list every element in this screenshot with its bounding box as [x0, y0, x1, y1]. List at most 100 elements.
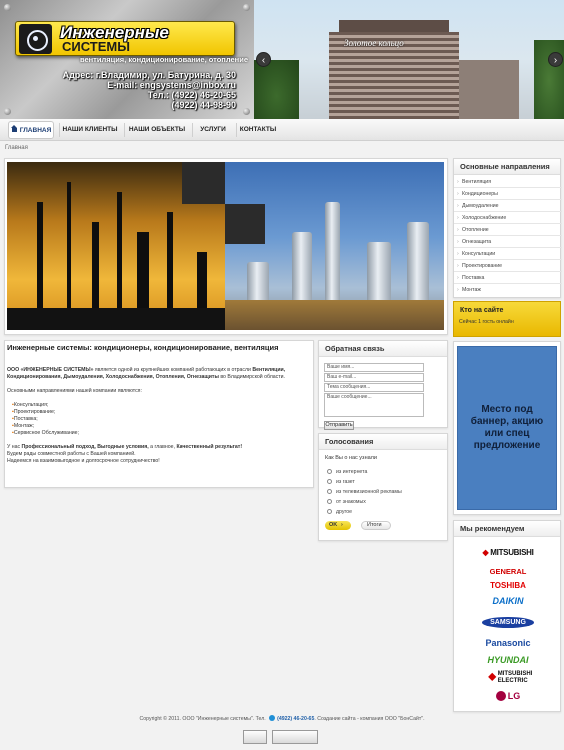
poll-option[interactable]: от знакомых — [327, 499, 366, 505]
sidebar-item-installation[interactable]: Монтаж — [454, 284, 562, 296]
radio-icon[interactable] — [327, 469, 332, 474]
nav-divider — [59, 123, 60, 137]
site-logo[interactable]: Инженерные СИСТЕМЫ — [15, 21, 235, 56]
list-item: Поставка; — [12, 416, 305, 423]
sidebar-item-ventilation[interactable]: Вентиляция — [454, 176, 562, 188]
brand-samsung[interactable]: SAMSUNG — [454, 617, 562, 628]
header-email: E-mail: engsystems@inbox.ru — [107, 80, 236, 90]
counter-badge[interactable] — [243, 730, 267, 744]
header-logo-area: Инженерные СИСТЕМЫ вентиляция, кондицион… — [0, 0, 254, 119]
brand-daikin[interactable]: DAIKIN — [454, 596, 562, 606]
message-field[interactable]: Ваше сообщение... — [324, 393, 424, 417]
sidebar-item-fireproof[interactable]: Огнезащита — [454, 236, 562, 248]
ad-banner[interactable]: Место под баннер, акцию или спец предлож… — [457, 346, 557, 510]
breadcrumb[interactable]: Главная — [5, 145, 28, 151]
services-list: Консультация; Проектирование; Поставка; … — [12, 402, 305, 437]
article-paragraph: ООО «ИНЖЕНЕРНЫЕ СИСТЕМЫ» является одной … — [7, 367, 305, 381]
nav-item-objects[interactable]: НАШИ ОБЪЕКТЫ — [128, 121, 186, 139]
nav-item-home[interactable]: ГЛАВНАЯ — [8, 121, 54, 139]
poll-option[interactable]: из телевизионной рекламы — [327, 489, 402, 495]
subject-field[interactable]: Тема сообщения... — [324, 383, 424, 392]
sidebar-item-conditioners[interactable]: Кондиционеры — [454, 188, 562, 200]
text-span: во Владимирской области. — [218, 374, 285, 380]
brand-label: MITSUBISHI ELECTRIC — [497, 671, 533, 684]
logo-text-2: СИСТЕМЫ — [62, 39, 130, 54]
recommend-title: Мы рекомендуем — [454, 521, 560, 537]
sidebar-item-smoke[interactable]: Дымоудаление — [454, 200, 562, 212]
article-body: ООО «ИНЖЕНЕРНЫЕ СИСТЕМЫ» является одной … — [7, 367, 305, 465]
brand-label: SAMSUNG — [482, 617, 534, 628]
name-field[interactable]: Ваше имя... — [324, 363, 424, 372]
recommend-panel: Мы рекомендуем ◆ MITSUBISHI GENERAL TOSH… — [453, 520, 561, 712]
brand-lg[interactable]: LG — [454, 691, 562, 701]
bolt-decoration — [4, 108, 11, 115]
radio-icon[interactable] — [327, 499, 332, 504]
nav-item-contacts[interactable]: КОНТАКТЫ — [239, 121, 277, 139]
counter-badge[interactable] — [272, 730, 318, 744]
poll-panel: Голосования Как Вы о нас узнали из интер… — [318, 433, 448, 541]
brand-label: HYUNDAI — [487, 655, 529, 665]
bolt-decoration — [243, 108, 250, 115]
header-slogan: вентиляция, кондиционирование, отопление — [79, 55, 248, 64]
slide-sign: Золотое кольцо — [344, 38, 404, 48]
poll-option[interactable]: другое — [327, 509, 352, 515]
footer-phone[interactable]: (4922) 46-20-65 — [277, 716, 314, 722]
sidebar-item-cooling[interactable]: Холодоснабжение — [454, 212, 562, 224]
submit-button[interactable]: Отправить — [324, 421, 354, 430]
brand-general[interactable]: GENERAL — [454, 567, 562, 576]
directions-panel: Основные направления Вентиляция Кондицио… — [453, 158, 562, 298]
bolt-decoration — [243, 4, 250, 11]
nav-item-services[interactable]: УСЛУГИ — [196, 121, 230, 139]
nav-item-clients[interactable]: НАШИ КЛИЕНТЫ — [62, 121, 118, 139]
nav-divider — [192, 123, 193, 137]
text-strong: Профессиональный подход, Выгодные услови… — [21, 444, 149, 450]
slide-building-2 — [459, 60, 519, 119]
sidebar-item-consulting[interactable]: Консультации — [454, 248, 562, 260]
poll-option-label: из газет — [336, 479, 355, 485]
brand-mitsubishi-heavy[interactable]: ◆ MITSUBISHI — [454, 548, 562, 557]
slide-tree — [534, 40, 564, 119]
who-online-title: Кто на сайте — [460, 307, 504, 314]
brand-label: LG — [507, 691, 521, 701]
poll-results-button[interactable]: Итоги — [361, 521, 391, 530]
article-title: Инженерные системы: кондиционеры, кондиц… — [7, 343, 279, 352]
poll-vote-button[interactable]: OK — [325, 521, 351, 530]
footer-made-by: . Создание сайта - компания ООО "БонСайт… — [314, 716, 425, 722]
feedback-title: Обратная связь — [319, 341, 447, 357]
diamond-icon: ◆ — [488, 671, 497, 683]
poll-option[interactable]: из газет — [327, 479, 355, 485]
brand-toshiba[interactable]: TOSHIBA — [454, 581, 562, 590]
bolt-decoration — [4, 4, 11, 11]
footer-copyright: Copyright © 2011. ООО "Инженерные систем… — [139, 716, 266, 722]
brand-hyundai[interactable]: HYUNDAI — [454, 655, 562, 665]
radio-icon[interactable] — [327, 489, 332, 494]
article-paragraph: Будем рады совместной работы с Вашей ком… — [7, 451, 136, 457]
poll-option[interactable]: из интернета — [327, 469, 367, 475]
brand-label: GENERAL — [489, 567, 527, 576]
banner-image — [7, 162, 444, 330]
lg-face-icon — [495, 691, 506, 701]
radio-icon[interactable] — [327, 479, 332, 484]
article-paragraph: У нас Профессиональный подход, Выгодные … — [7, 444, 305, 451]
sidebar-item-design[interactable]: Проектирование — [454, 260, 562, 272]
sidebar-item-supply[interactable]: Поставка — [454, 272, 562, 284]
skype-icon — [269, 715, 276, 721]
main-nav: ГЛАВНАЯ НАШИ КЛИЕНТЫ НАШИ ОБЪЕКТЫ УСЛУГИ… — [0, 119, 564, 141]
brand-panasonic[interactable]: Panasonic — [454, 638, 562, 648]
who-online-panel: Кто на сайте Сейчас 1 гость онлайн — [453, 301, 561, 337]
text-span: У нас — [7, 444, 22, 450]
slide-next-button[interactable]: › — [548, 52, 563, 67]
brand-label: MITSUBISHI — [490, 548, 534, 557]
brand-label: TOSHIBA — [490, 581, 526, 590]
company-name: ООО «ИНЖЕНЕРНЫЕ СИСТЕМЫ» — [7, 367, 94, 373]
slide-prev-button[interactable]: ‹ — [256, 52, 271, 67]
brand-mitsubishi-electric[interactable]: ◆ MITSUBISHI ELECTRIC — [454, 671, 562, 685]
email-field[interactable]: Ваш e-mail... — [324, 373, 424, 382]
sidebar-item-heating[interactable]: Отопление — [454, 224, 562, 236]
nav-divider — [236, 123, 237, 137]
poll-option-label: другое — [336, 509, 352, 515]
header-contacts: Адрес: г.Владимир, ул. Батурина, д. 30 E… — [63, 70, 236, 110]
radio-icon[interactable] — [327, 509, 332, 514]
header-tel2: (4922) 44-98-90 — [171, 100, 236, 110]
slide-tree — [254, 60, 299, 119]
